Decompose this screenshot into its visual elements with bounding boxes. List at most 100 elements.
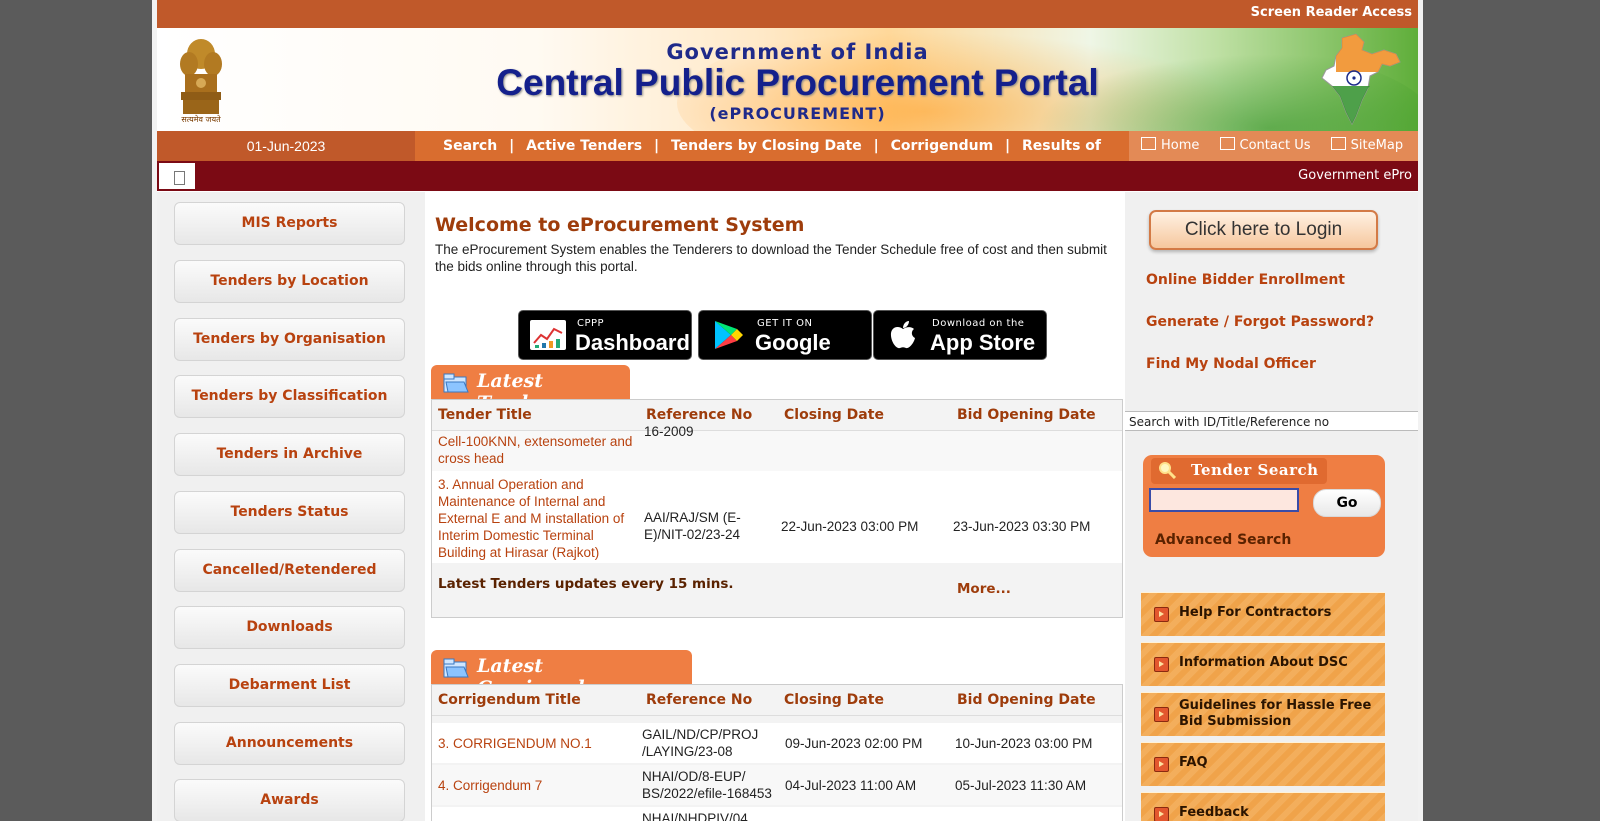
online-bidder-enrollment-link[interactable]: Online Bidder Enrollment (1146, 272, 1345, 288)
sidebar-item-tenders-in-archive[interactable]: Tenders in Archive (174, 433, 405, 476)
col-corrigendum-title: Corrigendum Title (438, 692, 581, 708)
corrigendum-opening-date: 05-Jul-2023 11:30 AM (955, 778, 1087, 793)
sitemap-label: SiteMap (1350, 138, 1404, 153)
advanced-search-link[interactable]: Advanced Search (1155, 532, 1291, 548)
latest-corrigendums-table: Corrigendum Title Reference No Closing D… (431, 684, 1123, 821)
help-label: FAQ (1179, 755, 1208, 770)
corrigendum-title-link[interactable]: 3. CORRIGENDUM NO.1 (438, 735, 592, 752)
table-row: 3. Annual Operation and Maintenance of I… (432, 471, 1122, 563)
help-label: Help For Contractors (1179, 605, 1332, 620)
utility-nav: Home Contact Us SiteMap (1129, 131, 1418, 161)
login-button[interactable]: Click here to Login (1149, 210, 1378, 250)
tender-title-link[interactable]: 3. Annual Operation and Maintenance of I… (438, 476, 634, 561)
india-map-icon (1321, 33, 1401, 126)
tenders-update-note: Latest Tenders updates every 15 mins. (438, 576, 734, 592)
main-nav: Search | Active Tenders | Tenders by Clo… (417, 131, 1127, 184)
left-sidebar: MIS Reports Tenders by Location Tenders … (157, 192, 425, 821)
google-play-big-label: Google Play (755, 330, 831, 381)
welcome-text: The eProcurement System enables the Tend… (435, 242, 1107, 274)
page: Screen Reader Access सत्यमेव जयते Govern… (157, 0, 1418, 821)
google-play-button[interactable]: GET IT ON Google Play (698, 310, 872, 381)
corrigendum-closing-date: 09-Jun-2023 02:00 PM (785, 736, 923, 751)
table-row: 4. Corrigendum 7 NHAI/OD/8-EUP/ BS/2022/… (432, 765, 1122, 805)
sidebar-item-cancelled-retendered[interactable]: Cancelled/Retendered (174, 549, 405, 592)
nav-separator: | (873, 138, 879, 154)
frame-right (1418, 0, 1423, 821)
home-link[interactable]: Home (1141, 137, 1200, 153)
top-strip: Screen Reader Access (157, 0, 1418, 28)
tender-title-link[interactable]: Cell-100KNN, extensometer and cross head (438, 433, 638, 467)
col-closing-date: Closing Date (784, 407, 884, 423)
more-tenders-link[interactable]: More... (957, 581, 1011, 598)
sidebar-item-downloads[interactable]: Downloads (174, 606, 405, 649)
chart-icon (530, 320, 566, 350)
ticker-icon-box[interactable] (159, 163, 195, 189)
sidebar-item-awards[interactable]: Awards (174, 779, 405, 821)
folder-icon (443, 373, 469, 393)
search-hint: Search with ID/Title/Reference no (1125, 411, 1418, 431)
help-item-information-about-dsc[interactable]: Information About DSC (1141, 642, 1385, 686)
sidebar-item-tenders-by-organisation[interactable]: Tenders by Organisation (174, 318, 405, 361)
app-store-button[interactable]: Download on the App Store (873, 310, 1047, 360)
tender-closing-date: 22-Jun-2023 03:00 PM (781, 519, 919, 534)
help-item-feedback[interactable]: Feedback (1141, 792, 1385, 821)
arrow-bullet-icon (1154, 807, 1169, 821)
latest-tenders-table: Tender Title Reference No Closing Date B… (431, 399, 1123, 618)
table-row: Cell-100KNN, extensometer and cross head… (432, 424, 1122, 471)
table-row: 3. CORRIGENDUM NO.1 GAIL/ND/CP/PROJ /LAY… (432, 723, 1122, 763)
table-header: Tender Title Reference No Closing Date B… (432, 400, 1122, 431)
portal-title: Central Public Procurement Portal (496, 62, 1099, 103)
help-item-faq[interactable]: FAQ (1141, 742, 1385, 786)
nav-separator: | (1005, 138, 1011, 154)
col-bid-opening-date: Bid Opening Date (957, 407, 1096, 423)
main-content: Welcome to eProcurement System The eProc… (425, 192, 1125, 821)
dashboard-small-label: CPPP (577, 318, 605, 329)
sidebar-item-tenders-status[interactable]: Tenders Status (174, 491, 405, 534)
sidebar-item-announcements[interactable]: Announcements (174, 722, 405, 765)
arrow-bullet-icon (1154, 657, 1169, 672)
nav-search[interactable]: Search (443, 138, 497, 154)
mail-icon (1219, 137, 1235, 150)
banner: सत्यमेव जयते Government of India Central… (157, 28, 1418, 131)
col-closing-date: Closing Date (784, 692, 884, 708)
contact-us-link[interactable]: Contact Us (1219, 137, 1311, 153)
sidebar-item-tenders-by-classification[interactable]: Tenders by Classification (174, 375, 405, 418)
sidebar-item-debarment-list[interactable]: Debarment List (174, 664, 405, 707)
nav-active-tenders[interactable]: Active Tenders (526, 138, 642, 154)
dashboard-big-label: Dashboard (575, 330, 690, 355)
corrigendum-opening-date: 10-Jun-2023 03:00 PM (955, 736, 1093, 751)
col-reference-no: Reference No (646, 692, 753, 708)
apple-icon (890, 321, 915, 349)
nav-tenders-by-closing-date[interactable]: Tenders by Closing Date (671, 138, 862, 154)
col-reference-no: Reference No (646, 407, 753, 423)
sidebar-item-mis-reports[interactable]: MIS Reports (174, 202, 405, 245)
corrigendum-title-link[interactable]: 4. Corrigendum 7 (438, 777, 542, 794)
sidebar-item-tenders-by-location[interactable]: Tenders by Location (174, 260, 405, 303)
arrow-bullet-icon (1154, 757, 1169, 772)
screen-reader-link[interactable]: Screen Reader Access (1251, 5, 1412, 20)
current-date: 01-Jun-2023 (157, 131, 415, 161)
help-label: Guidelines for Hassle Free Bid Submissio… (1179, 698, 1372, 729)
find-nodal-officer-link[interactable]: Find My Nodal Officer (1146, 356, 1316, 372)
tender-search-input[interactable] (1149, 488, 1299, 512)
right-sidebar: Click here to Login Online Bidder Enroll… (1125, 192, 1418, 821)
generate-forgot-password-link[interactable]: Generate / Forgot Password? (1146, 314, 1374, 330)
arrow-bullet-icon (1154, 707, 1169, 722)
cppp-dashboard-button[interactable]: CPPP Dashboard (518, 310, 692, 360)
sitemap-link[interactable]: SiteMap (1330, 137, 1404, 153)
document-icon (174, 171, 185, 185)
tender-ref: 16-2009 (644, 424, 694, 439)
go-button[interactable]: Go (1313, 489, 1381, 517)
home-label: Home (1161, 138, 1200, 153)
help-item-guidelines[interactable]: Guidelines for Hassle Free Bid Submissio… (1141, 692, 1385, 736)
arrow-bullet-icon (1154, 607, 1169, 622)
contact-us-label: Contact Us (1239, 138, 1311, 153)
tender-search-title: Tender Search (1191, 461, 1319, 479)
corrigendum-ref: NHAI/NHDPIV/04 (642, 811, 748, 821)
corrigendum-ref: NHAI/OD/8-EUP/ BS/2022/efile-168453 (642, 769, 772, 801)
nav-corrigendum[interactable]: Corrigendum (891, 138, 994, 154)
ticker-text[interactable]: Government ePro (1298, 161, 1412, 191)
tender-search-header: Tender Search (1151, 458, 1327, 484)
tender-opening-date: 23-Jun-2023 03:30 PM (953, 519, 1091, 534)
help-item-help-for-contractors[interactable]: Help For Contractors (1141, 592, 1385, 636)
